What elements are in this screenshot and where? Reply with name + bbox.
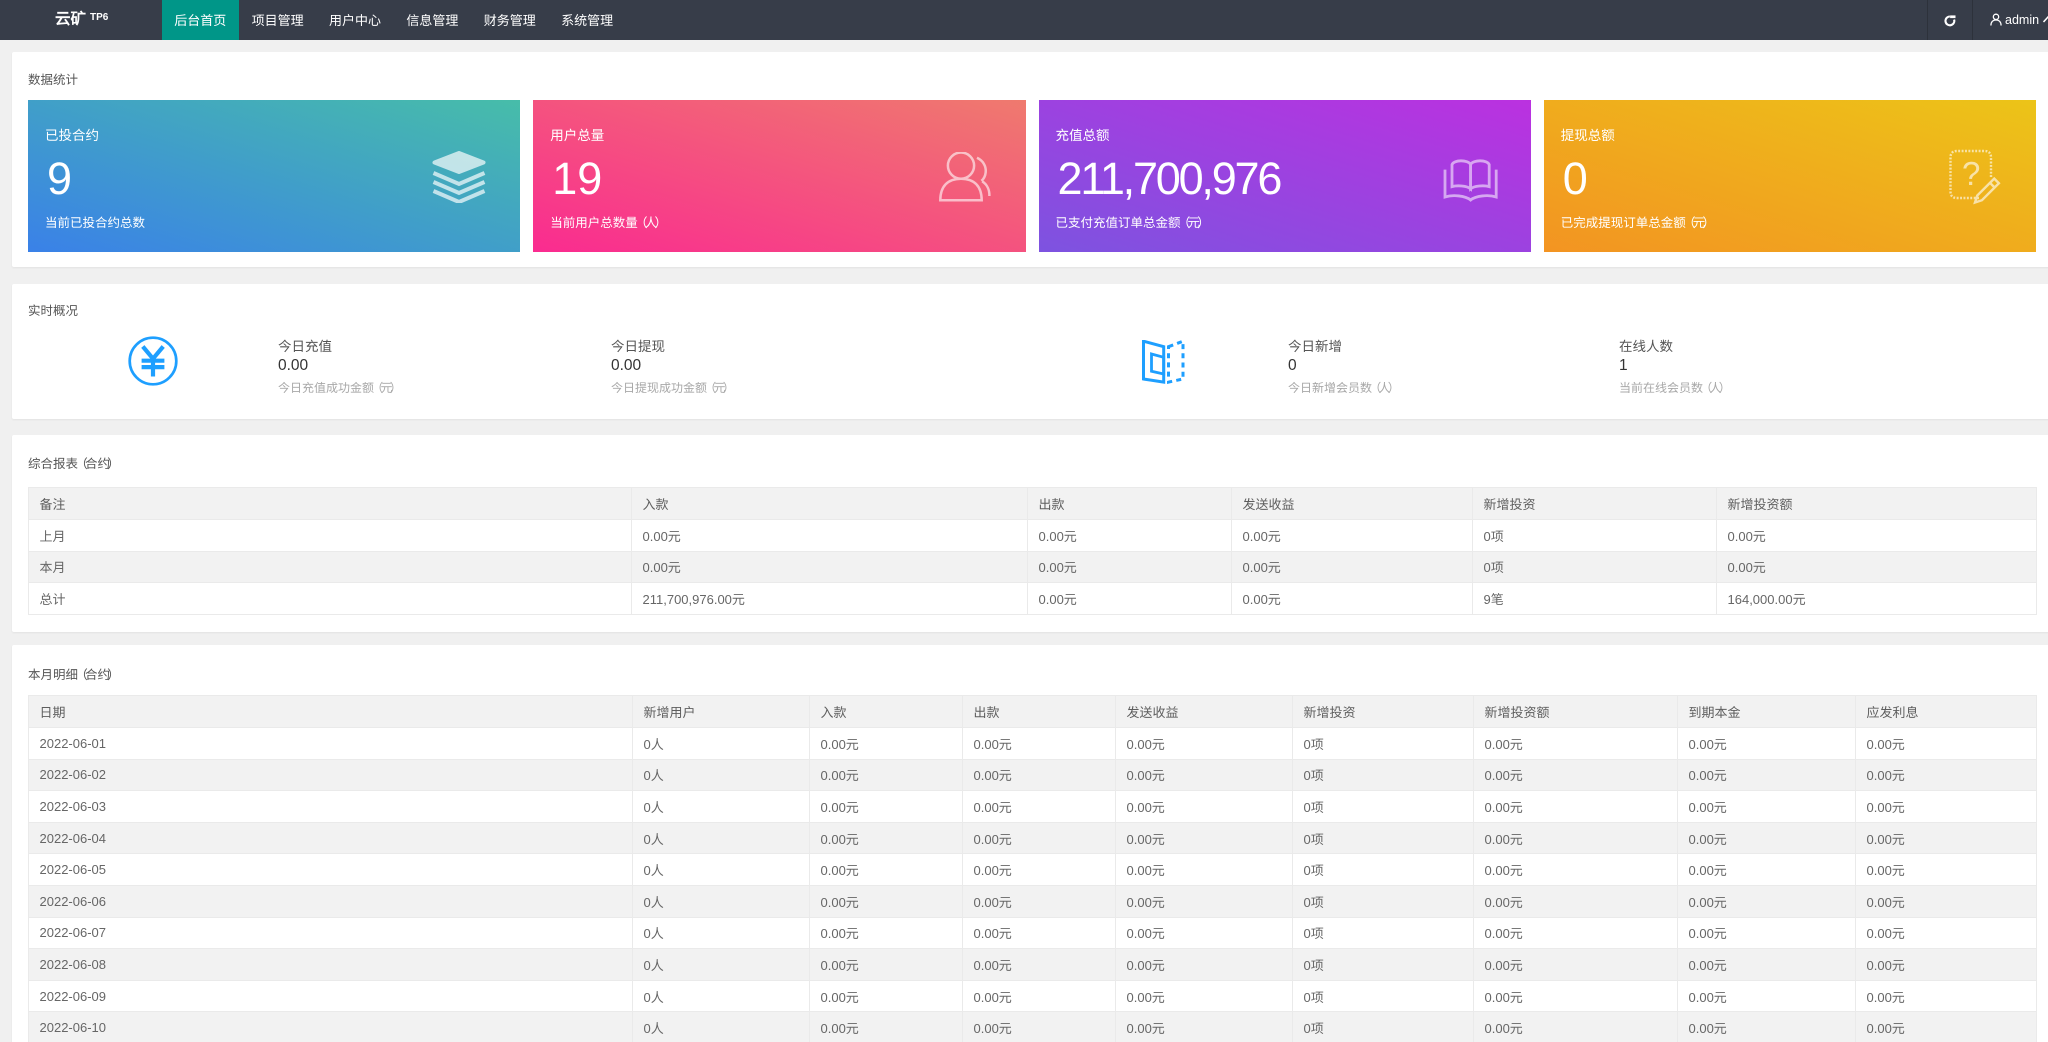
svg-text:?: ? <box>1962 155 1980 192</box>
